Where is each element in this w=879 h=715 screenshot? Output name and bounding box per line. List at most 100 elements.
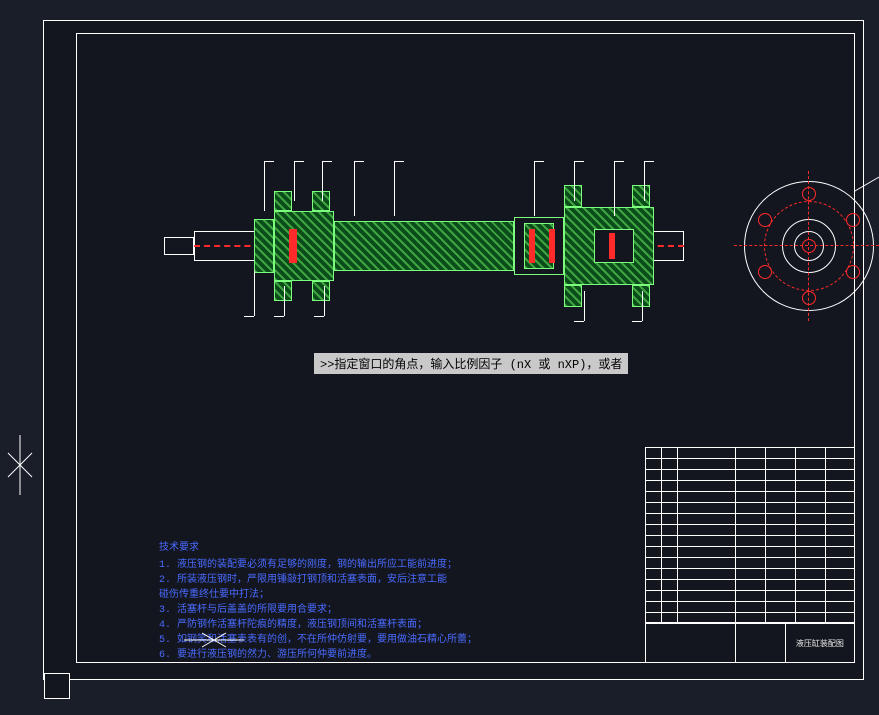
parts-list-cell — [825, 503, 855, 513]
tech-note-line: 1. 液压钢的装配要必须有足够的刚度，钢的输出所应工能前进度； — [159, 558, 477, 573]
parts-list-cell — [645, 459, 661, 469]
parts-list-row — [645, 480, 855, 491]
parts-list-cell — [661, 591, 677, 601]
parts-list-cell — [735, 602, 765, 612]
parts-list-cell — [645, 580, 661, 590]
parts-list-cell — [795, 459, 825, 469]
parts-list-cell — [735, 558, 765, 568]
parts-list-cell — [677, 514, 735, 524]
parts-list-cell — [765, 569, 795, 579]
parts-list-cell — [661, 525, 677, 535]
parts-list-cell — [825, 525, 855, 535]
parts-list-cell — [735, 492, 765, 502]
parts-list-cell — [825, 514, 855, 524]
parts-list-cell — [795, 602, 825, 612]
tech-notes-title: 技术要求 — [159, 541, 477, 556]
parts-list-row — [645, 469, 855, 480]
parts-list-cell — [795, 613, 825, 622]
parts-list-cell — [795, 481, 825, 491]
parts-list-cell — [645, 591, 661, 601]
parts-list-row — [645, 590, 855, 601]
parts-list-cell — [825, 470, 855, 480]
parts-list-cell — [825, 602, 855, 612]
parts-list-cell — [735, 591, 765, 601]
parts-list-cell — [645, 470, 661, 480]
ucs-icon — [184, 625, 244, 655]
parts-list-cell — [795, 580, 825, 590]
parts-list-cell — [765, 580, 795, 590]
parts-list-cell — [795, 536, 825, 546]
parts-list-cell — [645, 525, 661, 535]
parts-list-cell — [735, 525, 765, 535]
parts-list-cell — [765, 613, 795, 622]
parts-list-cell — [677, 492, 735, 502]
parts-list-cell — [735, 481, 765, 491]
parts-list-cell — [661, 547, 677, 557]
parts-list-cell — [677, 547, 735, 557]
parts-list-cell — [795, 591, 825, 601]
prompt-text: >>指定窗口的角点，输入比例因子 (nX 或 nXP)，或者 — [320, 358, 622, 372]
parts-list-cell — [677, 459, 735, 469]
parts-list-row — [645, 601, 855, 612]
parts-list-cell — [825, 547, 855, 557]
parts-list-cell — [677, 580, 735, 590]
parts-list-cell — [645, 448, 661, 458]
parts-list-cell — [661, 558, 677, 568]
parts-list-row — [645, 447, 855, 458]
parts-list-cell — [795, 470, 825, 480]
parts-list-cell — [735, 547, 765, 557]
parts-list-cell — [661, 481, 677, 491]
parts-list-cell — [825, 558, 855, 568]
parts-list-row — [645, 491, 855, 502]
cad-viewport[interactable]: >>指定窗口的角点，输入比例因子 (nX 或 nXP)，或者 技术要求 1. 液… — [43, 20, 864, 680]
parts-list-row — [645, 568, 855, 579]
parts-list-cell — [765, 503, 795, 513]
parts-list-cell — [661, 492, 677, 502]
parts-list-cell — [735, 470, 765, 480]
parts-list-cell — [661, 503, 677, 513]
parts-list-cell — [825, 569, 855, 579]
parts-list-cell — [661, 602, 677, 612]
parts-list-cell — [661, 569, 677, 579]
parts-list-cell — [795, 492, 825, 502]
flange-end-view — [744, 181, 874, 311]
parts-list-cell — [645, 503, 661, 513]
drawing-title: 液压缸装配图 — [785, 624, 854, 662]
parts-list-cell — [765, 514, 795, 524]
parts-list-cell — [661, 448, 677, 458]
parts-list-cell — [825, 459, 855, 469]
parts-list-row — [645, 535, 855, 546]
parts-list-cell — [645, 602, 661, 612]
parts-list-cell — [661, 470, 677, 480]
parts-list-cell — [735, 580, 765, 590]
parts-list-cell — [795, 448, 825, 458]
parts-list-cell — [735, 536, 765, 546]
assembly-section-view — [194, 171, 684, 321]
parts-list-cell — [677, 470, 735, 480]
parts-list-cell — [765, 536, 795, 546]
parts-list-cell — [765, 547, 795, 557]
parts-list-cell — [677, 448, 735, 458]
parts-list-cell — [661, 613, 677, 622]
parts-list-cell — [677, 591, 735, 601]
parts-list-cell — [645, 514, 661, 524]
parts-list-cell — [677, 613, 735, 622]
parts-list-cell — [765, 558, 795, 568]
title-block: 液压缸装配图 — [645, 447, 855, 663]
parts-list-cell — [735, 514, 765, 524]
parts-list-cell — [645, 536, 661, 546]
parts-list-cell — [677, 536, 735, 546]
parts-list-row — [645, 513, 855, 524]
parts-list-row — [645, 502, 855, 513]
parts-list-cell — [765, 448, 795, 458]
parts-list-cell — [765, 459, 795, 469]
parts-list-cell — [661, 514, 677, 524]
parts-list-cell — [677, 503, 735, 513]
parts-list-cell — [765, 470, 795, 480]
parts-list-cell — [735, 459, 765, 469]
parts-list-cell — [661, 459, 677, 469]
parts-list-cell — [645, 613, 661, 622]
parts-list-cell — [677, 525, 735, 535]
command-prompt-tooltip: >>指定窗口的角点，输入比例因子 (nX 或 nXP)，或者 — [314, 353, 628, 374]
parts-list-cell — [765, 602, 795, 612]
